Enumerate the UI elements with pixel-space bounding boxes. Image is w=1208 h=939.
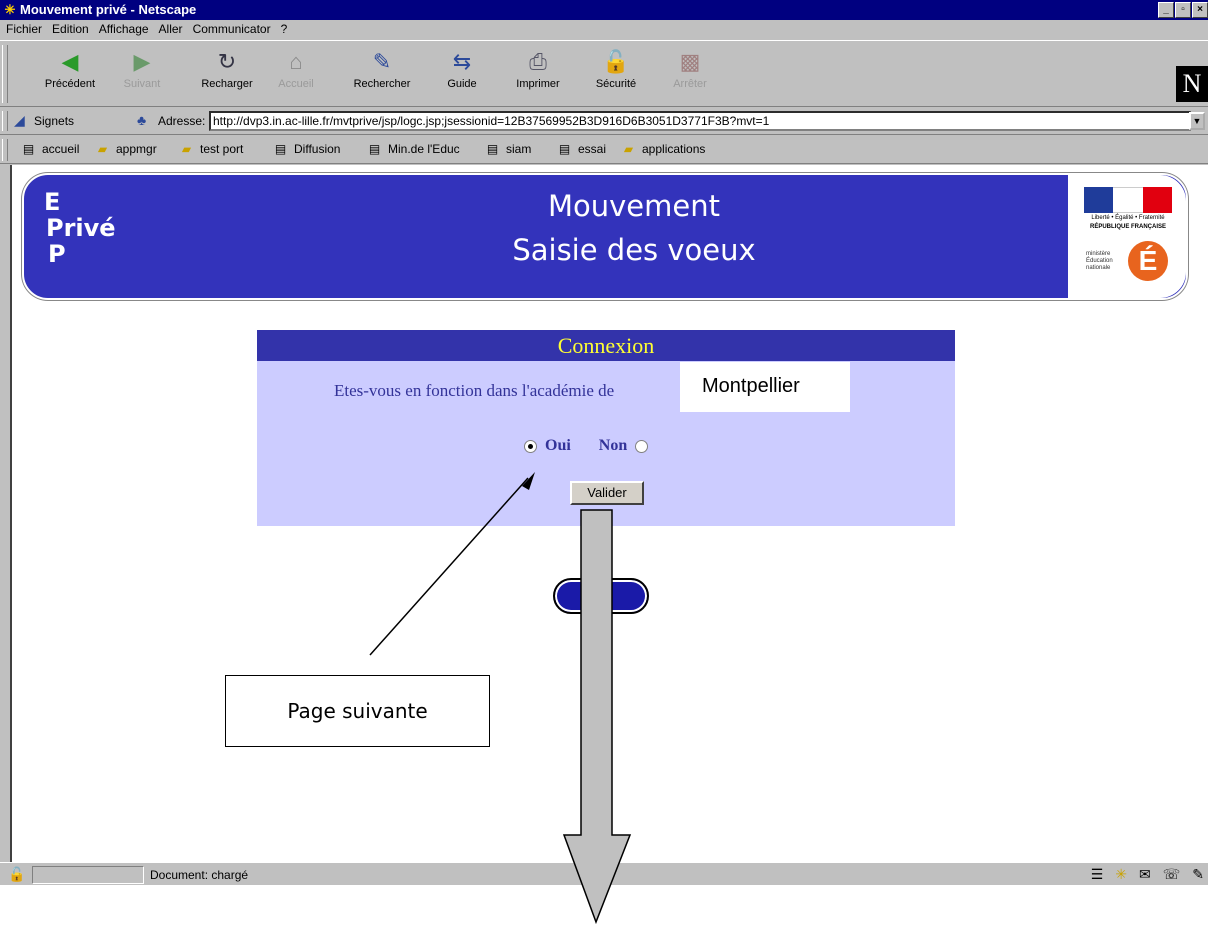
callout-arrowhead xyxy=(522,472,535,490)
annotation-overlay xyxy=(369,472,632,925)
callout-leader-line xyxy=(369,477,529,656)
down-arrow-shape xyxy=(562,509,632,925)
next-page-callout: Page suivante xyxy=(225,675,490,747)
